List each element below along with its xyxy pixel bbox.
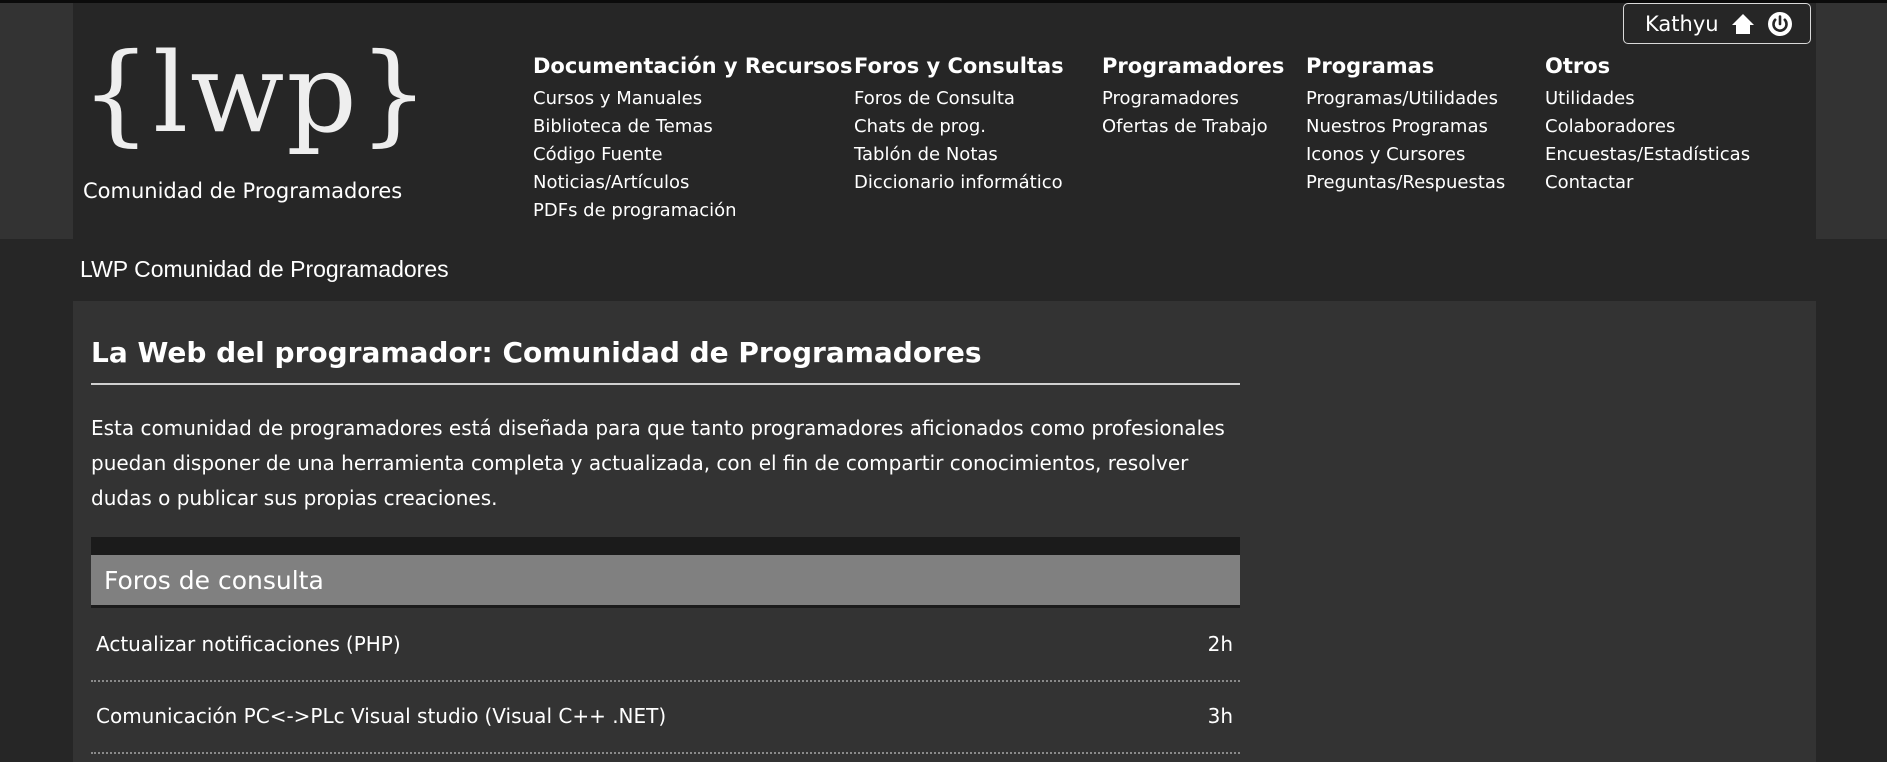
forum-row-time: 3h bbox=[1207, 704, 1233, 728]
nav-link[interactable]: Diccionario informático bbox=[854, 169, 1064, 197]
nav-link[interactable]: PDFs de programación bbox=[533, 197, 852, 225]
forum-section-header: Foros de consulta bbox=[91, 555, 1240, 608]
nav-link[interactable]: Utilidades bbox=[1545, 85, 1750, 113]
nav-column-otros: Otros Utilidades Colaboradores Encuestas… bbox=[1545, 52, 1750, 197]
main-panel: La Web del programador: Comunidad de Pro… bbox=[73, 301, 1816, 762]
forum-row[interactable]: Actualizar notificaciones (PHP) 2h bbox=[91, 610, 1240, 682]
nav-column-programadores: Programadores Programadores Ofertas de T… bbox=[1102, 52, 1284, 141]
forum-row-time: 2h bbox=[1207, 632, 1233, 656]
nav-link[interactable]: Ofertas de Trabajo bbox=[1102, 113, 1284, 141]
site-header: {lwp} Comunidad de Programadores Documen… bbox=[73, 3, 1816, 239]
forum-row-title-wrap: Actualizar notificaciones (PHP) bbox=[96, 632, 401, 656]
page-title: La Web del programador: Comunidad de Pro… bbox=[91, 336, 982, 369]
nav-link[interactable]: Cursos y Manuales bbox=[533, 85, 852, 113]
nav-column-programas: Programas Programas/Utilidades Nuestros … bbox=[1306, 52, 1505, 197]
forum-row-category[interactable]: (Visual C++ .NET) bbox=[484, 704, 666, 728]
home-icon[interactable] bbox=[1731, 12, 1755, 36]
nav-link[interactable]: Código Fuente bbox=[533, 141, 852, 169]
nav-link[interactable]: Programas/Utilidades bbox=[1306, 85, 1505, 113]
forum-section-bar bbox=[91, 537, 1240, 555]
nav-link[interactable]: Programadores bbox=[1102, 85, 1284, 113]
nav-link[interactable]: Foros de Consulta bbox=[854, 85, 1064, 113]
nav-heading[interactable]: Programas bbox=[1306, 52, 1505, 80]
nav-heading[interactable]: Programadores bbox=[1102, 52, 1284, 80]
nav-column-foros: Foros y Consultas Foros de Consulta Chat… bbox=[854, 52, 1064, 197]
nav-link[interactable]: Biblioteca de Temas bbox=[533, 113, 852, 141]
site-tagline: Comunidad de Programadores bbox=[83, 179, 403, 203]
user-panel: Kathyu bbox=[1623, 3, 1811, 44]
intro-text: Esta comunidad de programadores está dis… bbox=[91, 416, 1225, 510]
nav-heading[interactable]: Foros y Consultas bbox=[854, 52, 1064, 80]
breadcrumb[interactable]: LWP Comunidad de Programadores bbox=[80, 256, 449, 283]
nav-link[interactable]: Chats de prog. bbox=[854, 113, 1064, 141]
username-link[interactable]: Kathyu bbox=[1645, 12, 1719, 36]
forum-row-title-wrap: Comunicación PC<->PLc Visual studio (Visu… bbox=[96, 704, 666, 728]
nav-link[interactable]: Preguntas/Respuestas bbox=[1306, 169, 1505, 197]
title-divider bbox=[91, 383, 1240, 385]
nav-link[interactable]: Colaboradores bbox=[1545, 113, 1750, 141]
nav-link[interactable]: Iconos y Cursores bbox=[1306, 141, 1505, 169]
power-icon[interactable] bbox=[1767, 11, 1793, 37]
forum-row-category[interactable]: (PHP) bbox=[346, 632, 401, 656]
forum-section-title[interactable]: Foros de consulta bbox=[104, 566, 324, 595]
nav-heading[interactable]: Documentación y Recursos bbox=[533, 52, 852, 80]
nav-heading[interactable]: Otros bbox=[1545, 52, 1750, 80]
forum-row[interactable]: Comunicación PC<->PLc Visual studio (Visu… bbox=[91, 682, 1240, 754]
forum-row-title[interactable]: Comunicación PC<->PLc Visual studio bbox=[96, 704, 478, 728]
nav-column-documentacion: Documentación y Recursos Cursos y Manual… bbox=[533, 52, 852, 225]
nav-link[interactable]: Contactar bbox=[1545, 169, 1750, 197]
site-logo[interactable]: {lwp} bbox=[81, 38, 431, 148]
forum-row-title[interactable]: Actualizar notificaciones bbox=[96, 632, 340, 656]
nav-link[interactable]: Tablón de Notas bbox=[854, 141, 1064, 169]
nav-link[interactable]: Encuestas/Estadísticas bbox=[1545, 141, 1750, 169]
nav-link[interactable]: Noticias/Artículos bbox=[533, 169, 852, 197]
nav-link[interactable]: Nuestros Programas bbox=[1306, 113, 1505, 141]
